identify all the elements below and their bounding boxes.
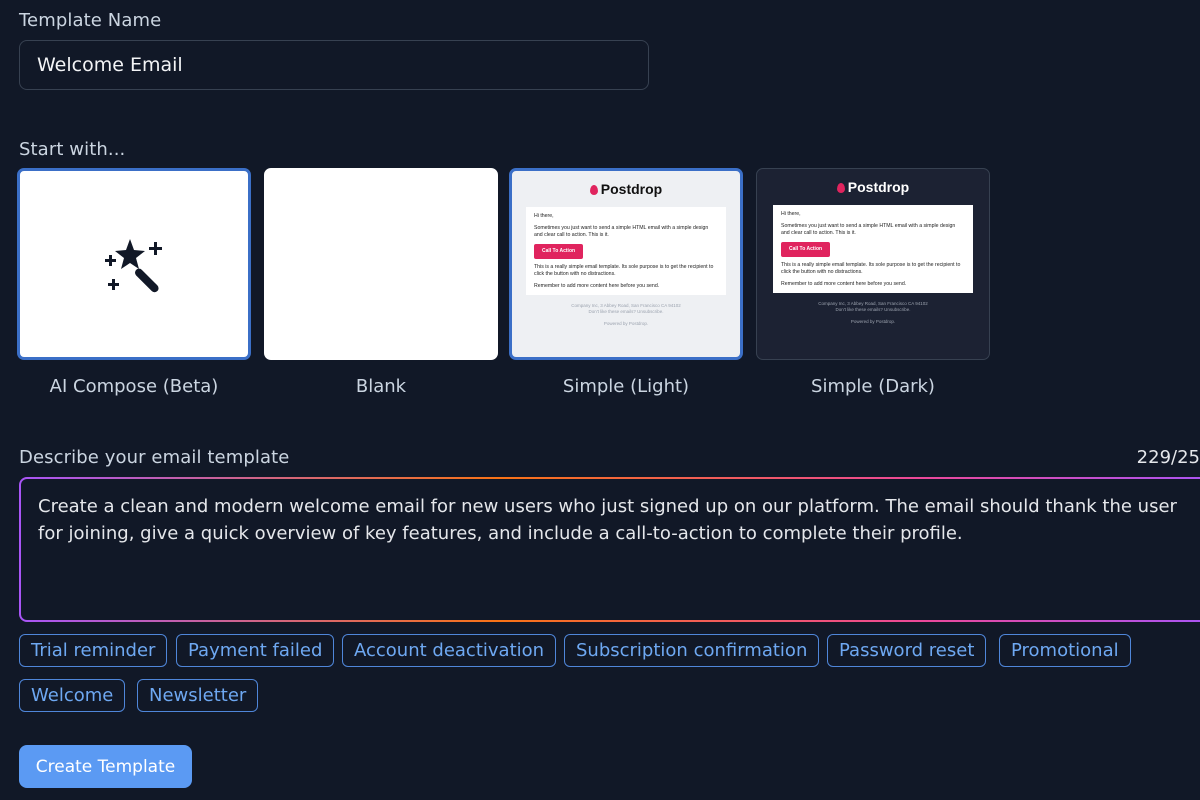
suggestion-chip-password-reset[interactable]: Password reset	[827, 634, 987, 667]
suggestion-chip-subscription-confirmation[interactable]: Subscription confirmation	[564, 634, 820, 667]
postdrop-logo: Postdrop	[512, 181, 740, 197]
suggestion-chip-account-deactivation[interactable]: Account deactivation	[342, 634, 557, 667]
preview-footer: Company Inc, 3 Abbey Road, San Francisco…	[571, 303, 681, 326]
template-card-simple-light[interactable]: Postdrop Hi there, Sometimes you just wa…	[509, 168, 743, 360]
preview-body: Hi there, Sometimes you just want to sen…	[526, 207, 726, 295]
postdrop-logo: Postdrop	[757, 179, 989, 195]
suggestion-chip-trial-reminder[interactable]: Trial reminder	[19, 634, 168, 667]
create-template-page: Template Name Start with... AI Compose (…	[0, 0, 1200, 800]
template-caption-simple-dark: Simple (Dark)	[811, 376, 935, 397]
create-template-button[interactable]: Create Template	[19, 745, 192, 788]
template-caption-simple-light: Simple (Light)	[562, 376, 690, 397]
suggestion-chip-promotional[interactable]: Promotional	[999, 634, 1131, 667]
template-card-ai-compose[interactable]	[17, 168, 251, 360]
start-with-label: Start with...	[19, 139, 126, 160]
char-counter: 229/25	[1136, 447, 1200, 468]
magic-wand-icon	[105, 239, 162, 293]
preview-body: Hi there, Sometimes you just want to sen…	[773, 205, 973, 293]
template-caption-blank: Blank	[355, 376, 407, 397]
template-name-input[interactable]	[19, 40, 649, 90]
suggestion-chip-welcome[interactable]: Welcome	[19, 679, 126, 712]
preview-footer: Company Inc, 3 Abbey Road, San Francisco…	[818, 301, 928, 324]
template-card-blank[interactable]	[264, 168, 498, 360]
description-text[interactable]: Create a clean and modern welcome email …	[21, 479, 1200, 620]
template-card-simple-dark[interactable]: Postdrop Hi there, Sometimes you just wa…	[756, 168, 990, 360]
suggestion-chip-newsletter[interactable]: Newsletter	[137, 679, 259, 712]
template-name-label: Template Name	[19, 10, 162, 31]
description-textarea[interactable]: Create a clean and modern welcome email …	[19, 477, 1200, 622]
suggestion-chip-payment-failed[interactable]: Payment failed	[176, 634, 335, 667]
describe-label: Describe your email template	[19, 447, 290, 468]
template-caption-ai-compose: AI Compose (Beta)	[49, 376, 219, 397]
